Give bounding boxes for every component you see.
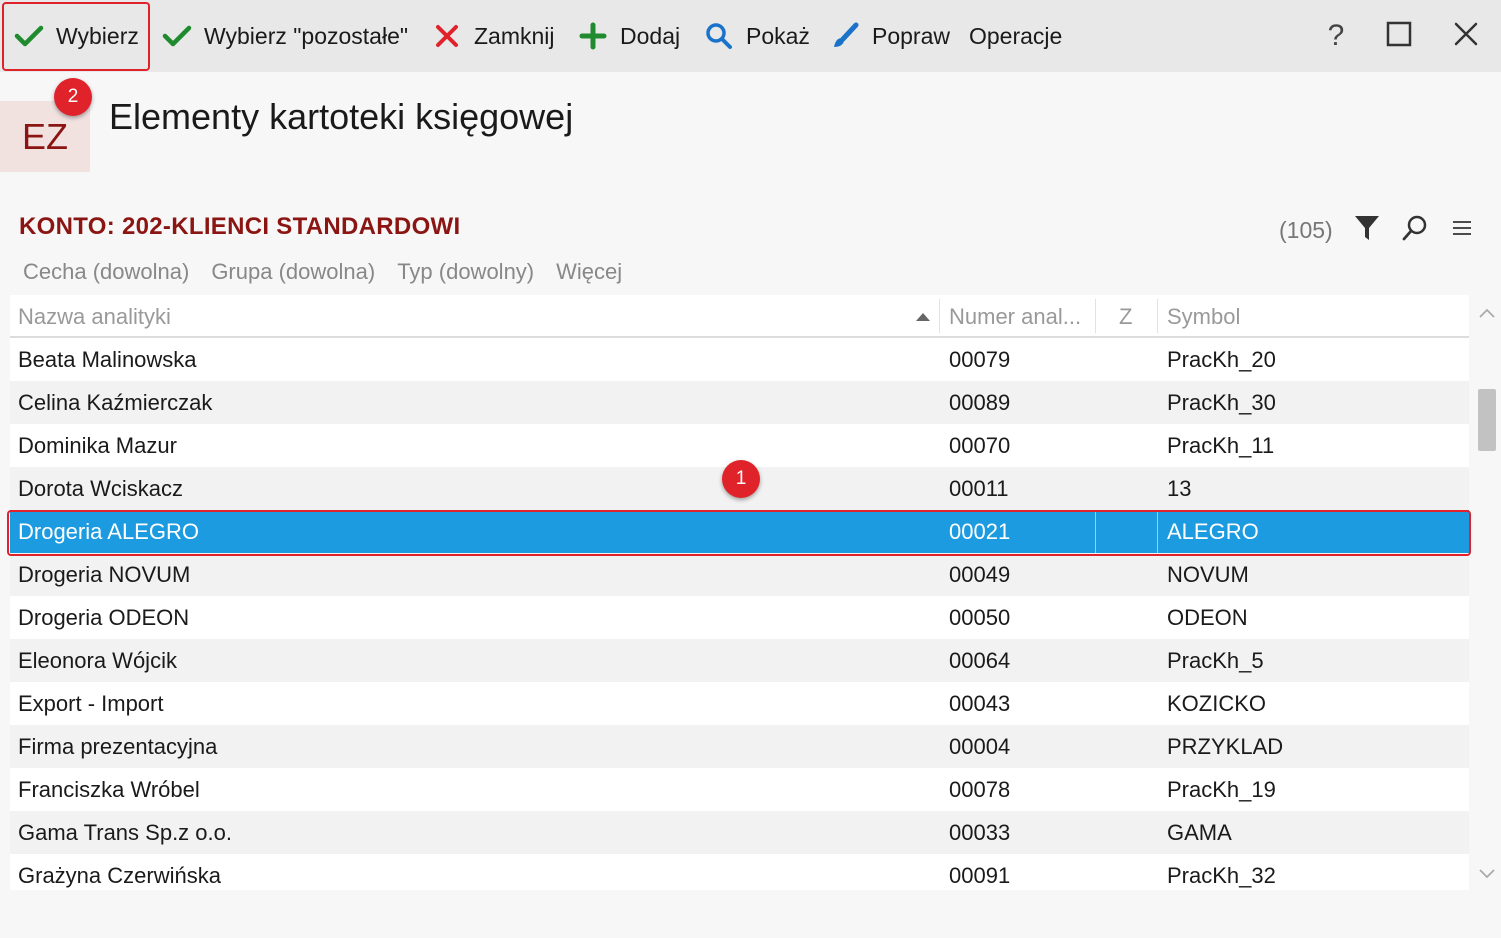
help-label: ? bbox=[1327, 19, 1345, 52]
table-row[interactable]: Celina Kaźmierczak 00089 PracKh_30 bbox=[10, 381, 1469, 424]
selected-row-highlight bbox=[7, 510, 1471, 556]
table-row[interactable]: Beata Malinowska 00079 PracKh_20 bbox=[10, 338, 1469, 381]
cell-name: Dorota Wciskacz bbox=[18, 475, 184, 501]
chevron-down-icon[interactable] bbox=[1473, 860, 1501, 888]
plus-icon bbox=[578, 21, 608, 51]
sort-ascending-icon bbox=[915, 295, 931, 338]
cell-name: Gama Trans Sp.z o.o. bbox=[18, 819, 232, 845]
table-row[interactable]: Export - Import 00043 KOZICKO bbox=[10, 682, 1469, 725]
table-row[interactable]: Grażyna Czerwińska 00091 PracKh_32 bbox=[10, 854, 1469, 890]
cell-number: 00011 bbox=[949, 475, 1009, 501]
cell-symbol: 13 bbox=[1167, 475, 1192, 501]
search-icon[interactable] bbox=[1399, 212, 1431, 244]
close-x-icon bbox=[432, 21, 462, 51]
cell-number: 00050 bbox=[949, 604, 1011, 630]
step-badge-2: 2 bbox=[54, 78, 92, 116]
operations-menu-label: Operacje bbox=[969, 22, 1063, 49]
brush-icon bbox=[830, 21, 860, 51]
cell-symbol: PracKh_32 bbox=[1167, 862, 1276, 888]
close-icon bbox=[1453, 21, 1479, 52]
cell-name: Eleonora Wójcik bbox=[18, 647, 177, 673]
table-row[interactable]: Drogeria ODEON 00050 ODEON bbox=[10, 596, 1469, 639]
cell-number: 00004 bbox=[949, 733, 1011, 759]
cell-symbol: KOZICKO bbox=[1167, 690, 1267, 716]
cell-name: Franciszka Wróbel bbox=[18, 776, 200, 802]
show-button-label: Pokaż bbox=[746, 22, 810, 49]
account-label: KONTO: 202-KLIENCI STANDARDOWI bbox=[19, 213, 461, 240]
table-row[interactable]: Gama Trans Sp.z o.o. 00033 GAMA bbox=[10, 811, 1469, 854]
cell-symbol: PracKh_5 bbox=[1167, 647, 1264, 673]
column-header-z[interactable]: Z bbox=[1119, 295, 1132, 338]
filter-bar: Cecha (dowolna) Grupa (dowolna) Typ (dow… bbox=[23, 259, 622, 285]
cell-symbol: GAMA bbox=[1167, 819, 1232, 845]
filter-feature[interactable]: Cecha (dowolna) bbox=[23, 259, 189, 285]
filter-group[interactable]: Grupa (dowolna) bbox=[211, 259, 375, 285]
table-row[interactable]: Firma prezentacyjna 00004 PRZYKLAD bbox=[10, 725, 1469, 768]
filter-icon[interactable] bbox=[1351, 212, 1383, 244]
window-close-button[interactable] bbox=[1444, 14, 1488, 58]
edit-button[interactable]: Popraw bbox=[830, 0, 950, 72]
cell-name: Celina Kaźmierczak bbox=[18, 389, 213, 415]
cell-name: Firma prezentacyjna bbox=[18, 733, 218, 759]
cell-name: Beata Malinowska bbox=[18, 346, 197, 372]
table-row[interactable]: Franciszka Wróbel 00078 PracKh_19 bbox=[10, 768, 1469, 811]
cell-name: Export - Import bbox=[18, 690, 164, 716]
column-header-symbol[interactable]: Symbol bbox=[1167, 295, 1240, 338]
filter-more[interactable]: Więcej bbox=[556, 259, 622, 285]
chevron-up-icon[interactable] bbox=[1473, 299, 1501, 327]
cell-number: 00091 bbox=[949, 862, 1011, 888]
cell-name: Drogeria NOVUM bbox=[18, 561, 191, 587]
grid-rows: Beata Malinowska 00079 PracKh_20 Celina … bbox=[10, 338, 1469, 890]
help-button[interactable]: ? bbox=[1314, 14, 1358, 58]
vertical-scrollbar[interactable] bbox=[1473, 295, 1501, 890]
cell-name: Drogeria ODEON bbox=[18, 604, 190, 630]
cell-number: 00078 bbox=[949, 776, 1011, 802]
maximize-button[interactable] bbox=[1377, 14, 1421, 58]
cell-number: 00043 bbox=[949, 690, 1011, 716]
cell-number: 00064 bbox=[949, 647, 1011, 673]
select-button-highlight bbox=[2, 2, 150, 71]
grid-header: Nazwa analityki Numer anal... Z Symbol bbox=[10, 295, 1469, 338]
data-grid: Nazwa analityki Numer anal... Z Symbol B… bbox=[10, 295, 1469, 890]
close-button[interactable]: Zamknij bbox=[432, 0, 555, 72]
record-count: (105) bbox=[1279, 217, 1333, 243]
cell-number: 00049 bbox=[949, 561, 1011, 587]
cell-name: Dominika Mazur bbox=[18, 432, 177, 458]
menu-icon[interactable] bbox=[1446, 212, 1478, 244]
page-title: Elementy kartoteki księgowej bbox=[109, 96, 574, 137]
show-button[interactable]: Pokaż bbox=[704, 0, 810, 72]
edit-button-label: Popraw bbox=[872, 22, 950, 49]
filter-type[interactable]: Typ (dowolny) bbox=[397, 259, 534, 285]
cell-symbol: NOVUM bbox=[1167, 561, 1249, 587]
cell-number: 00079 bbox=[949, 346, 1011, 372]
cell-number: 00070 bbox=[949, 432, 1011, 458]
cell-symbol: PracKh_30 bbox=[1167, 389, 1276, 415]
add-button-label: Dodaj bbox=[620, 22, 681, 49]
cell-symbol: PracKh_19 bbox=[1167, 776, 1276, 802]
footer-area bbox=[0, 890, 1501, 938]
table-row[interactable]: Eleonora Wójcik 00064 PracKh_5 bbox=[10, 639, 1469, 682]
column-header-name[interactable]: Nazwa analityki bbox=[18, 295, 171, 338]
cell-name: Grażyna Czerwińska bbox=[18, 862, 221, 888]
cell-number: 00033 bbox=[949, 819, 1011, 845]
add-button[interactable]: Dodaj bbox=[578, 0, 680, 72]
step-badge-1: 1 bbox=[722, 460, 760, 498]
cell-symbol: PracKh_11 bbox=[1167, 432, 1275, 458]
magnifier-icon bbox=[704, 21, 734, 51]
cell-symbol: PRZYKLAD bbox=[1167, 733, 1284, 759]
toolbar: Wybierz Wybierz "pozostałe" Zamknij Doda… bbox=[0, 0, 1501, 72]
table-row[interactable]: Drogeria NOVUM 00049 NOVUM bbox=[10, 553, 1469, 596]
select-remaining-button-label: Wybierz "pozostałe" bbox=[204, 22, 409, 49]
operations-menu[interactable]: Operacje bbox=[969, 0, 1062, 72]
select-remaining-button[interactable]: Wybierz "pozostałe" bbox=[162, 0, 408, 72]
maximize-icon bbox=[1386, 21, 1412, 52]
scrollbar-thumb[interactable] bbox=[1478, 389, 1496, 451]
close-button-label: Zamknij bbox=[474, 22, 555, 49]
column-header-number[interactable]: Numer anal... bbox=[949, 295, 1081, 338]
cell-symbol: PracKh_20 bbox=[1167, 346, 1276, 372]
checkmark-icon bbox=[162, 21, 192, 51]
cell-number: 00089 bbox=[949, 389, 1011, 415]
cell-symbol: ODEON bbox=[1167, 604, 1248, 630]
